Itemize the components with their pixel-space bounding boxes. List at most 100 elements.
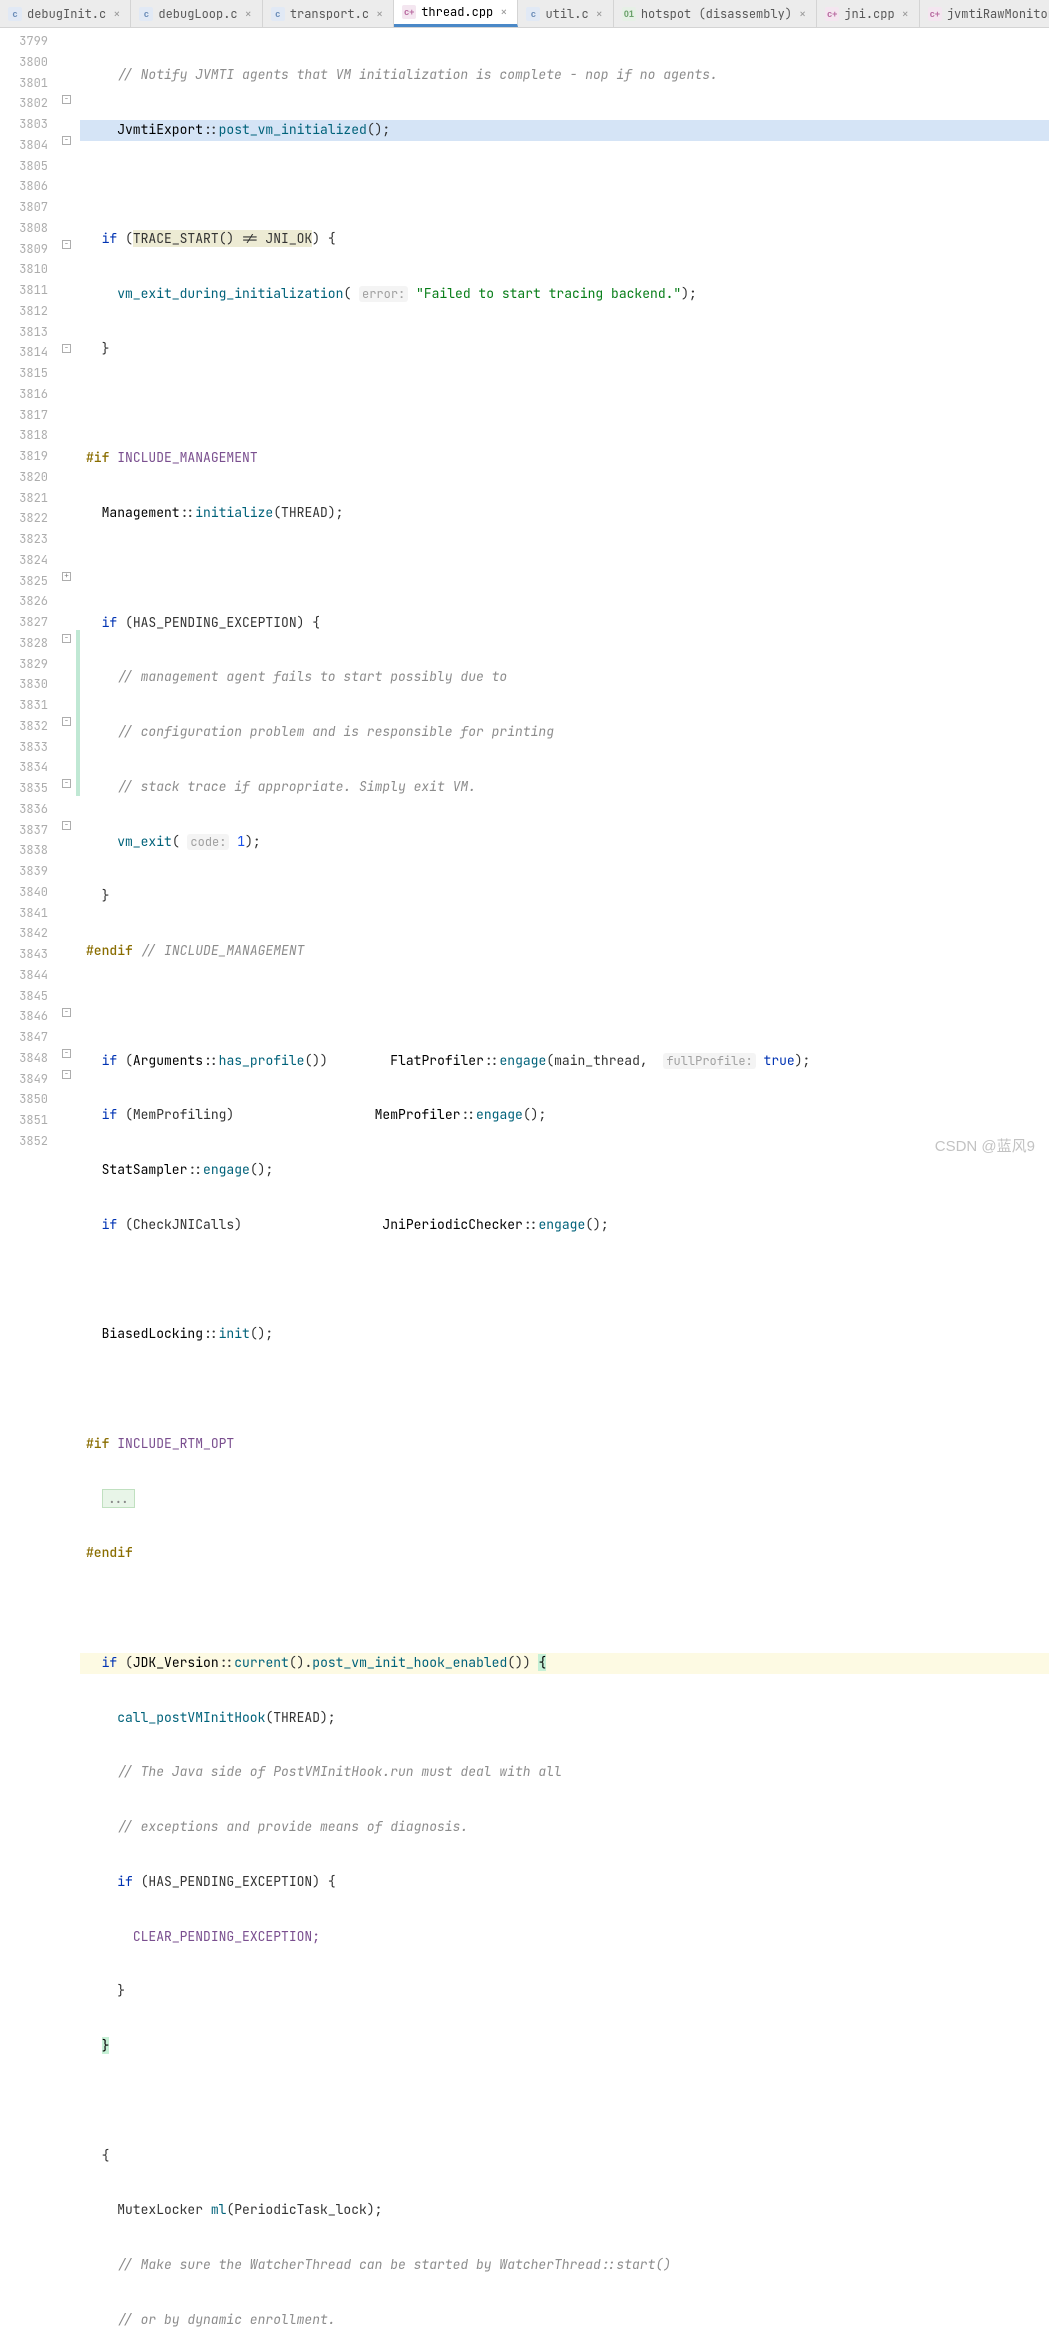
line-number: 3803 <box>0 114 56 135</box>
line-number: 3811 <box>0 280 56 301</box>
code-line[interactable]: if (MemProfiling) MemProfiler::engage(); <box>80 1105 1049 1126</box>
code-line[interactable]: vm_exit( code: 1); <box>80 832 1049 853</box>
tab-hotspot[interactable]: 01 hotspot (disassembly) × <box>614 0 817 27</box>
code-line[interactable]: } <box>80 339 1049 360</box>
code-line[interactable] <box>80 1270 1049 1291</box>
fold-marker-icon[interactable]: − <box>62 136 71 145</box>
line-number: 3821 <box>0 488 56 509</box>
code-line[interactable]: if (HAS_PENDING_EXCEPTION) { <box>80 613 1049 634</box>
fold-gutter[interactable]: − − − − + − − − − − − − <box>56 28 76 1166</box>
code-line[interactable]: // management agent fails to start possi… <box>80 667 1049 688</box>
close-icon[interactable]: × <box>900 6 911 22</box>
code-line[interactable]: { <box>80 2146 1049 2167</box>
code-line[interactable]: // Notify JVMTI agents that VM initializ… <box>80 65 1049 86</box>
fold-marker-icon[interactable]: − <box>62 240 71 249</box>
close-icon[interactable]: × <box>797 6 808 22</box>
code-line[interactable]: #if INCLUDE_RTM_OPT <box>80 1434 1049 1455</box>
code-line[interactable]: if (TRACE_START() != JNI_OK) { <box>80 229 1049 250</box>
line-number: 3800 <box>0 52 56 73</box>
line-number: 3833 <box>0 737 56 758</box>
tab-rawmonitor[interactable]: c+ jvmtiRawMonitor.cpp × <box>920 0 1049 27</box>
close-icon[interactable]: × <box>374 6 385 22</box>
code-line[interactable]: ... <box>80 1489 1049 1510</box>
code-line[interactable]: } <box>80 2036 1049 2057</box>
line-number: 3851 <box>0 1110 56 1131</box>
fold-marker-icon[interactable]: − <box>62 634 71 643</box>
code-line[interactable]: // Make sure the WatcherThread can be st… <box>80 2255 1049 2276</box>
code-line[interactable] <box>80 1598 1049 1619</box>
code-line[interactable]: if (Arguments::has_profile()) FlatProfil… <box>80 1051 1049 1072</box>
code-line[interactable]: // or by dynamic enrollment. <box>80 2310 1049 2331</box>
tab-label: thread.cpp <box>421 4 493 20</box>
code-line[interactable]: if (HAS_PENDING_EXCEPTION) { <box>80 1872 1049 1893</box>
code-line[interactable]: if (JDK_Version::current().post_vm_init_… <box>80 1653 1049 1674</box>
tab-thread[interactable]: c+ thread.cpp × <box>394 0 518 27</box>
code-line[interactable]: StatSampler::engage(); <box>80 1160 1049 1181</box>
close-icon[interactable]: × <box>111 6 122 22</box>
fold-marker-icon[interactable]: − <box>62 779 71 788</box>
fold-marker-icon[interactable]: − <box>62 717 71 726</box>
line-number: 3818 <box>0 425 56 446</box>
code-line[interactable]: } <box>80 886 1049 907</box>
fold-marker-icon[interactable]: − <box>62 1049 71 1058</box>
code-line[interactable]: JvmtiExport::post_vm_initialized(); <box>80 120 1049 141</box>
code-line[interactable]: if (CheckJNICalls) JniPeriodicChecker::e… <box>80 1215 1049 1236</box>
line-number: 3807 <box>0 197 56 218</box>
code-area[interactable]: // Notify JVMTI agents that VM initializ… <box>80 28 1049 1166</box>
fold-marker-icon[interactable]: − <box>62 344 71 353</box>
tab-debugLoop[interactable]: c debugLoop.c × <box>131 0 262 27</box>
code-line[interactable]: call_postVMInitHook(THREAD); <box>80 1708 1049 1729</box>
tab-jni[interactable]: c+ jni.cpp × <box>817 0 920 27</box>
line-number: 3825 <box>0 571 56 592</box>
line-number: 3837 <box>0 820 56 841</box>
line-number: 3842 <box>0 923 56 944</box>
line-number: 3806 <box>0 176 56 197</box>
code-line[interactable]: BiasedLocking::init(); <box>80 1324 1049 1345</box>
code-editor[interactable]: 3799380038013802380338043805380638073808… <box>0 28 1049 1166</box>
fold-marker-icon[interactable]: − <box>62 1008 71 1017</box>
fold-marker-icon[interactable]: − <box>62 1070 71 1079</box>
tab-debugInit[interactable]: c debugInit.c × <box>0 0 131 27</box>
code-line[interactable]: Management::initialize(THREAD); <box>80 503 1049 524</box>
code-line[interactable]: // stack trace if appropriate. Simply ex… <box>80 777 1049 798</box>
line-number: 3848 <box>0 1048 56 1069</box>
line-number: 3816 <box>0 384 56 405</box>
code-line[interactable] <box>80 394 1049 415</box>
line-number: 3802 <box>0 93 56 114</box>
code-line[interactable]: vm_exit_during_initialization( error: "F… <box>80 284 1049 305</box>
editor-tab-bar: c debugInit.c × c debugLoop.c × c transp… <box>0 0 1049 28</box>
close-icon[interactable]: × <box>594 6 605 22</box>
code-line[interactable]: // exceptions and provide means of diagn… <box>80 1817 1049 1838</box>
code-line[interactable] <box>80 996 1049 1017</box>
code-line[interactable]: CLEAR_PENDING_EXCEPTION; <box>80 1927 1049 1948</box>
fold-marker-icon[interactable]: + <box>62 572 71 581</box>
code-line[interactable] <box>80 558 1049 579</box>
tab-label: jni.cpp <box>844 6 894 22</box>
tab-label: jvmtiRawMonitor.cpp <box>947 6 1049 22</box>
code-line[interactable]: } <box>80 1981 1049 2002</box>
code-line[interactable]: MutexLocker ml(PeriodicTask_lock); <box>80 2200 1049 2221</box>
line-number: 3828 <box>0 633 56 654</box>
code-line[interactable] <box>80 1379 1049 1400</box>
folded-region[interactable]: ... <box>102 1489 135 1508</box>
cpp-file-icon: c+ <box>402 5 416 19</box>
tab-label: transport.c <box>290 6 369 22</box>
close-icon[interactable]: × <box>498 4 509 20</box>
tab-transport[interactable]: c transport.c × <box>263 0 394 27</box>
code-line[interactable]: #endif <box>80 1543 1049 1564</box>
code-line[interactable]: // configuration problem and is responsi… <box>80 722 1049 743</box>
line-number: 3820 <box>0 467 56 488</box>
code-line[interactable]: #endif // INCLUDE_MANAGEMENT <box>80 941 1049 962</box>
tab-label: util.c <box>545 6 588 22</box>
code-line[interactable]: #if INCLUDE_MANAGEMENT <box>80 448 1049 469</box>
close-icon[interactable]: × <box>243 6 254 22</box>
tab-util[interactable]: c util.c × <box>518 0 613 27</box>
fold-marker-icon[interactable]: − <box>62 821 71 830</box>
fold-marker-icon[interactable]: − <box>62 95 71 104</box>
line-number: 3844 <box>0 965 56 986</box>
code-line[interactable]: // The Java side of PostVMInitHook.run m… <box>80 1762 1049 1783</box>
line-number: 3834 <box>0 757 56 778</box>
line-number: 3852 <box>0 1131 56 1152</box>
code-line[interactable] <box>80 2091 1049 2112</box>
code-line[interactable] <box>80 175 1049 196</box>
